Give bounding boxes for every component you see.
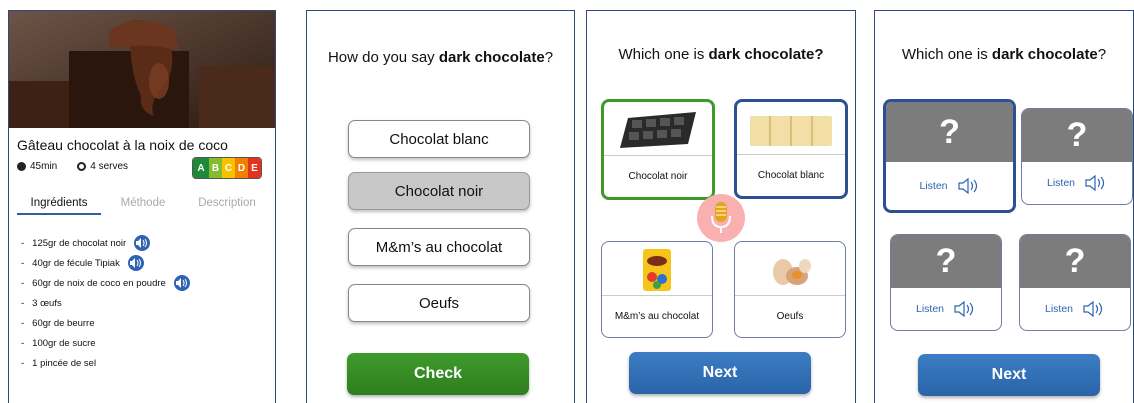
- card-chocolat-noir[interactable]: Chocolat noir: [601, 99, 715, 200]
- audio-card-3[interactable]: ? Listen: [890, 234, 1002, 331]
- next-button[interactable]: Next: [918, 354, 1100, 396]
- audio-card-4[interactable]: ? Listen: [1019, 234, 1131, 331]
- chocolate-cake-photo: [9, 11, 275, 128]
- card-label: M&m’s au chocolat: [602, 295, 712, 337]
- speaker-icon: [1083, 300, 1103, 318]
- card-label: Chocolat noir: [604, 155, 712, 197]
- recipe-tabs: Ingrédients Méthode Description: [17, 197, 269, 215]
- quiz-question: Which one is dark chocolate?: [618, 46, 824, 63]
- list-item: -60gr de beurre: [21, 317, 95, 329]
- audio-card-1[interactable]: ? Listen: [883, 99, 1016, 213]
- quiz-question: How do you say dark chocolate?: [327, 49, 554, 66]
- speaker-icon: [1085, 174, 1105, 192]
- speaker-icon: [954, 300, 974, 318]
- recipe-time: 45min: [30, 161, 58, 172]
- listen-control[interactable]: Listen: [1022, 162, 1132, 204]
- nutriscore-d: D: [235, 158, 248, 178]
- white-chocolate-image: [737, 102, 845, 158]
- card-chocolat-blanc[interactable]: Chocolat blanc: [734, 99, 848, 199]
- card-oeufs[interactable]: Oeufs: [734, 241, 846, 338]
- list-item: -1 pincée de sel: [21, 357, 97, 369]
- dark-chocolate-image: [604, 102, 712, 158]
- listen-control[interactable]: Listen: [891, 288, 1001, 330]
- check-button[interactable]: Check: [347, 353, 529, 395]
- ingredient-text: 60gr de beurre: [32, 317, 95, 329]
- ingredient-text: 3 œufs: [32, 297, 62, 309]
- list-item: -60gr de noix de coco en poudre: [21, 273, 190, 293]
- speaker-icon: [957, 177, 977, 195]
- option-chocolat-blanc[interactable]: Chocolat blanc: [348, 120, 530, 158]
- card-label: Chocolat blanc: [737, 154, 845, 196]
- card-mms-au-chocolat[interactable]: M&m’s au chocolat: [601, 241, 713, 338]
- ingredient-text: 60gr de noix de coco en poudre: [32, 277, 166, 289]
- tab-method[interactable]: Méthode: [101, 197, 185, 215]
- text-quiz-screen: How do you say dark chocolate? Chocolat …: [306, 10, 575, 403]
- list-item: -3 œufs: [21, 297, 62, 309]
- recipe-serves: 4 serves: [90, 161, 129, 172]
- listen-control[interactable]: Listen: [1020, 288, 1130, 330]
- next-button[interactable]: Next: [629, 352, 811, 394]
- tab-description[interactable]: Description: [185, 197, 269, 215]
- mms-bag-image: [602, 242, 712, 298]
- list-item: -125gr de chocolat noir: [21, 233, 190, 253]
- recipe-screen: Gâteau chocolat à la noix de coco 45min …: [8, 10, 276, 403]
- listen-control[interactable]: Listen: [886, 162, 1013, 210]
- image-quiz-screen: Which one is dark chocolate? Chocolat no…: [586, 10, 856, 403]
- ingredient-text: 125gr de chocolat noir: [32, 237, 127, 249]
- clock-icon: [17, 162, 26, 171]
- ingredient-text: 1 pincée de sel: [32, 357, 97, 369]
- ingredient-list: -125gr de chocolat noir -40gr de fécule …: [21, 233, 190, 373]
- audio-quiz-screen: Which one is dark chocolate? ? Listen ? …: [874, 10, 1134, 403]
- microphone-icon[interactable]: [697, 194, 745, 242]
- question-mark: ?: [891, 235, 1001, 289]
- tab-ingredients[interactable]: Ingrédients: [17, 197, 101, 215]
- question-mark: ?: [886, 102, 1013, 163]
- option-oeufs[interactable]: Oeufs: [348, 284, 530, 322]
- option-chocolat-noir[interactable]: Chocolat noir: [348, 172, 530, 210]
- question-mark: ?: [1020, 235, 1130, 289]
- speaker-icon[interactable]: [127, 255, 144, 271]
- quiz-question: Which one is dark chocolate?: [901, 46, 1107, 63]
- eggs-image: [735, 242, 845, 298]
- nutriscore-a: A: [193, 158, 209, 178]
- speaker-icon[interactable]: [134, 235, 151, 251]
- nutriscore-e: E: [248, 158, 261, 178]
- audio-card-2[interactable]: ? Listen: [1021, 108, 1133, 205]
- speaker-icon[interactable]: [173, 275, 190, 291]
- option-mms-au-chocolat[interactable]: M&m’s au chocolat: [348, 228, 530, 266]
- nutriscore-c: C: [222, 158, 235, 178]
- nutriscore-badge: A B C D E: [192, 157, 262, 179]
- list-item: -100gr de sucre: [21, 337, 96, 349]
- card-label: Oeufs: [735, 295, 845, 337]
- nutriscore-b: B: [209, 158, 222, 178]
- ingredient-text: 100gr de sucre: [32, 337, 96, 349]
- question-mark: ?: [1022, 109, 1132, 163]
- list-item: -40gr de fécule Tipiak: [21, 253, 190, 273]
- ingredient-text: 40gr de fécule Tipiak: [32, 257, 120, 269]
- servings-icon: [77, 162, 87, 171]
- recipe-title: Gâteau chocolat à la noix de coco: [17, 137, 228, 153]
- recipe-meta: 45min 4 serves: [17, 161, 128, 172]
